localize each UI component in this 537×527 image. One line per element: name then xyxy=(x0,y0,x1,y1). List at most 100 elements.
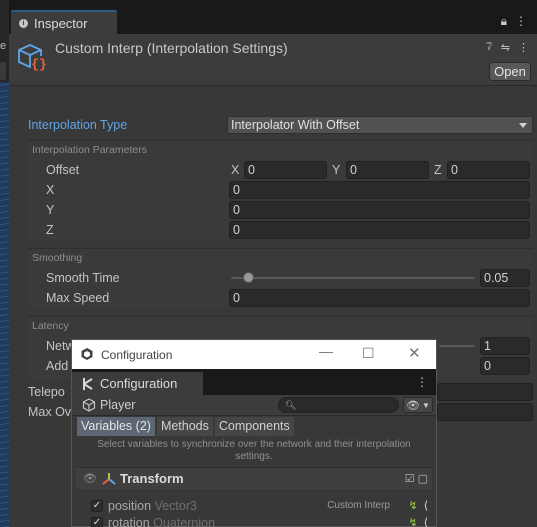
offset-y-axis: Y xyxy=(332,163,341,177)
rotation-name: rotation xyxy=(108,516,150,527)
position-interp-label[interactable]: Custom Interp xyxy=(327,500,390,511)
object-selector[interactable]: Player xyxy=(82,398,135,412)
interpolation-curve-icon[interactable]: ↯ xyxy=(408,499,417,512)
configuration-titlebar[interactable]: Configuration — ☐ ✕ xyxy=(72,340,436,369)
scriptable-object-icon: {} xyxy=(18,44,47,72)
rotation-icons: ↯ ⟨ xyxy=(408,516,428,527)
networking-icon xyxy=(83,377,93,390)
component-title: Custom Interp (Interpolation Settings) xyxy=(55,40,288,56)
search-icon: 🔍︎ xyxy=(285,400,297,410)
variable-row-position: ✓ position Vector3 Custom Interp ↯ ⟨ xyxy=(76,498,432,515)
tab-inspector[interactable]: i Inspector xyxy=(11,10,117,34)
variable-row-rotation: ✓ rotation Quaternion ↯ ⟨ xyxy=(76,515,432,527)
smooth-time-label: Smooth Time xyxy=(46,271,120,285)
smooth-time-row: Smooth Time 0.05 xyxy=(9,269,537,289)
x-row: X 0 xyxy=(9,181,537,201)
chevron-down-icon xyxy=(519,123,527,128)
help-icon[interactable]: ❔︎ xyxy=(486,41,493,54)
tab-components[interactable]: Components xyxy=(214,417,294,436)
close-icon[interactable]: ✕ xyxy=(408,344,421,362)
latency-title: Latency xyxy=(32,320,69,332)
variables-hint: Select variables to synchronize over the… xyxy=(97,439,411,462)
search-input[interactable]: 🔍︎ xyxy=(278,397,399,413)
more-vertical-icon[interactable]: ⋮ xyxy=(518,41,529,54)
networking-icon[interactable]: ⟨ xyxy=(424,499,428,512)
transform-group-label: Transform xyxy=(120,471,184,486)
configuration-window: Configuration — ☐ ✕ Configuration ⋮ Play… xyxy=(71,339,437,527)
tab-methods[interactable]: Methods xyxy=(156,417,213,436)
config-tabs: Variables (2) Methods Components xyxy=(77,417,294,436)
eye-icon: 👁︎ xyxy=(406,399,421,412)
position-name: position xyxy=(108,499,152,513)
z-label: Z xyxy=(46,223,54,237)
latency-row-2-field[interactable]: 0 xyxy=(480,357,530,375)
svg-text:{}: {} xyxy=(31,57,47,72)
smooth-time-slider-handle[interactable] xyxy=(243,272,255,283)
configuration-window-title: Configuration xyxy=(101,348,173,362)
tab-inspector-label: Inspector xyxy=(34,15,88,31)
z-field[interactable]: 0 xyxy=(229,221,530,239)
more-vertical-icon[interactable]: ⋮ xyxy=(416,375,428,389)
interpolation-type-value: Interpolator With Offset xyxy=(231,118,360,132)
y-field[interactable]: 0 xyxy=(229,201,530,219)
z-row: Z 0 xyxy=(9,221,537,241)
y-row: Y 0 xyxy=(9,201,537,221)
interpolation-curve-icon[interactable]: ↯ xyxy=(408,516,417,527)
rotation-type: Quaternion xyxy=(153,516,216,527)
prefab-cube-icon xyxy=(82,398,96,412)
open-button[interactable]: Open xyxy=(489,62,531,81)
select-all-icon[interactable]: ☑ xyxy=(405,472,415,485)
offset-x-field[interactable]: 0 xyxy=(244,161,327,179)
visibility-dropdown[interactable]: 👁︎ ▼ xyxy=(403,397,433,413)
teleport-label: Telepo xyxy=(28,385,65,399)
eye-icon[interactable]: 👁︎ xyxy=(83,472,97,485)
offset-z-field[interactable]: 0 xyxy=(447,161,530,179)
scene-view-button[interactable] xyxy=(0,62,6,80)
transform-icon xyxy=(102,472,116,485)
y-label: Y xyxy=(46,203,55,217)
teleport-field[interactable] xyxy=(437,383,533,401)
object-name: Player xyxy=(100,398,136,412)
transform-group-header[interactable]: 👁︎ Transform ☑ ▢ xyxy=(76,467,432,489)
tab-configuration-label: Configuration xyxy=(100,376,178,391)
maximize-icon[interactable]: ☐ xyxy=(362,345,375,362)
presets-icon[interactable]: ⇋ xyxy=(501,41,510,54)
max-overshoot-field[interactable] xyxy=(437,403,533,421)
unity-logo-icon xyxy=(81,348,93,360)
rotation-label: rotation Quaternion xyxy=(108,516,215,527)
chevron-down-icon: ▼ xyxy=(422,400,430,410)
offset-y-field[interactable]: 0 xyxy=(346,161,429,179)
networking-icon[interactable]: ⟨ xyxy=(424,516,428,527)
smooth-time-slider[interactable] xyxy=(231,277,475,279)
latency-row-1-slider[interactable] xyxy=(439,345,475,347)
scene-view-label: e xyxy=(0,40,7,52)
position-label: position Vector3 xyxy=(108,499,197,513)
max-overshoot-label: Max Ov xyxy=(28,405,72,419)
configuration-tab-bar: Configuration ⋮ xyxy=(72,369,436,395)
tab-variables[interactable]: Variables (2) xyxy=(77,417,155,436)
position-checkbox[interactable]: ✓ xyxy=(91,500,103,512)
x-label: X xyxy=(46,183,55,197)
offset-x-axis: X xyxy=(231,163,240,177)
interpolation-type-dropdown[interactable]: Interpolator With Offset xyxy=(227,116,533,134)
tab-bar: i Inspector 🔒︎ ⋮ xyxy=(9,0,537,34)
latency-row-1-field[interactable]: 1 xyxy=(480,337,530,355)
max-speed-row: Max Speed 0 xyxy=(9,289,537,309)
transform-group-title: Transform xyxy=(102,471,184,486)
offset-z-axis: Z xyxy=(434,163,442,177)
position-type: Vector3 xyxy=(154,499,197,513)
toggle-icon[interactable]: ▢ xyxy=(418,472,428,485)
max-speed-field[interactable]: 0 xyxy=(229,289,530,307)
offset-row: Offset X 0 Y 0 Z 0 xyxy=(9,161,537,181)
rotation-checkbox[interactable]: ✓ xyxy=(91,517,103,527)
max-speed-label: Max Speed xyxy=(46,291,110,305)
header-icons: ❔︎ ⇋ ⋮ xyxy=(486,41,529,54)
position-icons: ↯ ⟨ xyxy=(408,499,428,512)
tab-configuration[interactable]: Configuration xyxy=(72,372,203,395)
lock-icon[interactable]: 🔒︎ xyxy=(501,14,507,29)
x-field[interactable]: 0 xyxy=(229,181,530,199)
more-vertical-icon[interactable]: ⋮ xyxy=(515,14,527,29)
tab-actions: 🔒︎ ⋮ xyxy=(501,14,527,29)
minimize-icon[interactable]: — xyxy=(319,343,333,359)
smooth-time-field[interactable]: 0.05 xyxy=(480,269,530,287)
